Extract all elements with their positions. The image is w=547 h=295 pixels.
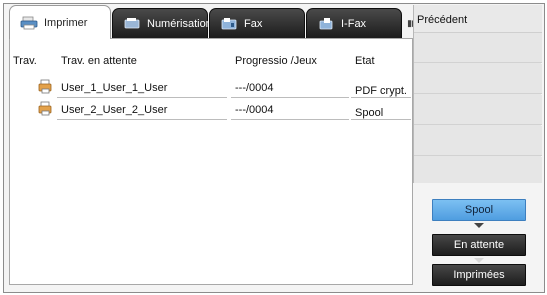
- empty-side-slot: [414, 95, 542, 125]
- column-header-trav: Trav.: [13, 55, 37, 67]
- empty-side-slot: [414, 157, 542, 183]
- empty-side-slot: [414, 33, 542, 63]
- row-divider: [57, 119, 227, 120]
- down-arrow-icon: [474, 258, 484, 263]
- print-job-icon: [38, 101, 52, 116]
- internet-fax-icon: [319, 17, 333, 29]
- tab-fax[interactable]: Fax: [209, 8, 305, 38]
- job-progress: ---/0004: [235, 104, 274, 116]
- tab-numerisation[interactable]: Numérisation: [112, 8, 212, 38]
- job-list-panel: Trav. Trav. en attente Progressio /Jeux …: [9, 38, 413, 285]
- job-state: Spool: [355, 107, 384, 119]
- mode-tab-bar: Imprimer Numérisation Fax I-Fax ▮▶: [9, 5, 419, 39]
- printed-queue-button[interactable]: Imprimées: [432, 264, 526, 286]
- tab-numerisation-label: Numérisation: [147, 17, 212, 30]
- table-row[interactable]: User_2_User_2_User ---/0004 Spool: [10, 98, 412, 120]
- job-state: PDF crypt.: [355, 85, 407, 97]
- print-job-icon: [38, 79, 52, 94]
- empty-side-slot: [414, 126, 542, 156]
- scanner-icon: [124, 17, 140, 28]
- fax-icon: [221, 17, 237, 29]
- tab-fax-label: Fax: [244, 17, 263, 30]
- previous-button[interactable]: Précédent: [414, 5, 542, 33]
- tab-ifax[interactable]: I-Fax: [306, 8, 402, 38]
- tab-imprimer[interactable]: Imprimer: [9, 5, 111, 39]
- printer-icon: [20, 16, 38, 29]
- table-row[interactable]: User_1_User_1_User ---/0004 PDF crypt.: [10, 76, 412, 98]
- tab-imprimer-label: Imprimer: [44, 16, 88, 29]
- column-header-state: Etat: [355, 55, 375, 67]
- row-divider: [351, 119, 411, 120]
- column-header-waiting-jobs: Trav. en attente: [61, 55, 137, 67]
- job-name: User_2_User_2_User: [61, 104, 168, 116]
- down-arrow-icon: [474, 223, 484, 228]
- row-divider: [231, 119, 349, 120]
- job-progress: ---/0004: [235, 82, 274, 94]
- job-name: User_1_User_1_User: [61, 82, 168, 94]
- column-header-progress: Progressio /Jeux: [235, 55, 317, 67]
- empty-side-slot: [414, 64, 542, 94]
- waiting-queue-button[interactable]: En attente: [432, 234, 526, 256]
- spool-queue-button[interactable]: Spool: [432, 199, 526, 221]
- tab-ifax-label: I-Fax: [341, 17, 367, 30]
- side-panel: Précédent: [413, 5, 542, 183]
